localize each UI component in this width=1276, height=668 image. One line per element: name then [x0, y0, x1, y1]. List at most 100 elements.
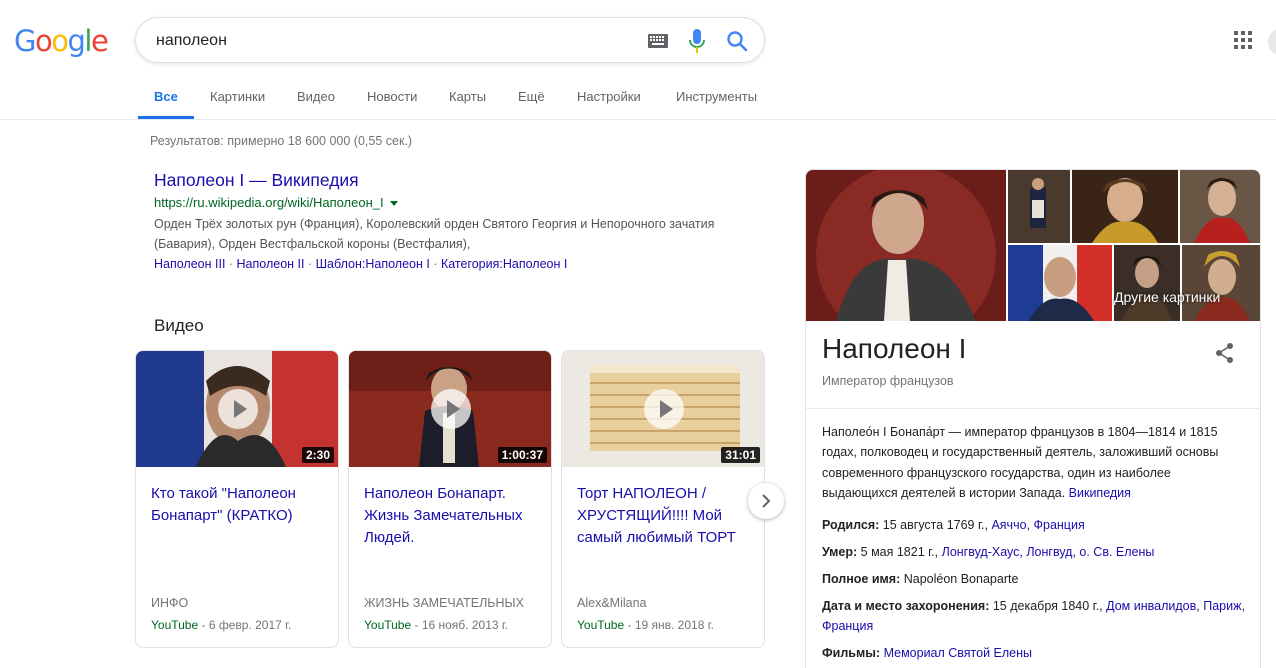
video-title[interactable]: Торт НАПОЛЕОН / ХРУСТЯЩИЙ!!!! Мой самый … [577, 483, 757, 549]
video-duration: 31:01 [721, 447, 760, 463]
logo-letter: o [34, 24, 53, 58]
kp-thumb-image[interactable] [1182, 245, 1260, 321]
fact-burial: Дата и место захоронения: 15 декабря 184… [822, 596, 1246, 636]
video-source-site: YouTube [577, 618, 625, 632]
video-title[interactable]: Кто такой "Наполеон Бонапарт" (КРАТКО) [151, 483, 331, 527]
kp-thumb-image[interactable] [1072, 170, 1178, 243]
active-tab-indicator [138, 116, 194, 119]
description-source-link[interactable]: Википедия [1069, 486, 1131, 500]
fact-separator: , [1241, 599, 1245, 613]
mic-icon[interactable] [689, 29, 705, 53]
video-source-site: YouTube [151, 618, 199, 632]
fact-link[interactable]: Лонгвуд-Хаус, Лонгвуд, о. Св. Елены [942, 545, 1155, 559]
sitelink-separator: · [225, 257, 237, 271]
knowledge-panel: Другие картинки Наполеон I Император фра… [805, 169, 1261, 668]
logo-letter: e [90, 24, 109, 58]
fact-label: Фильмы: [822, 646, 881, 660]
video-duration: 1:00:37 [497, 447, 547, 463]
avatar[interactable] [1268, 28, 1276, 56]
fact-link[interactable]: Франция [822, 619, 873, 633]
fact-link[interactable]: Аяччо [991, 518, 1026, 532]
video-thumbnail[interactable]: 31:01 [562, 351, 764, 467]
fact-value: 15 августа 1769 г., [882, 518, 988, 532]
kp-thumb-image[interactable] [1008, 245, 1112, 321]
google-logo[interactable]: Google [14, 24, 109, 58]
result-title-link[interactable]: Наполеон I — Википедия [154, 170, 754, 190]
sitelink[interactable]: Категория:Наполеон I [441, 257, 567, 271]
video-thumbnail[interactable]: 1:00:37 [349, 351, 551, 467]
description-text: Наполео́н I Бонапа́рт — император францу… [822, 425, 1219, 500]
apps-grid-icon[interactable] [1234, 31, 1252, 49]
fact-link[interactable]: Мемориал Святой Елены [884, 646, 1032, 660]
fact-full-name: Полное имя: Napoléon Bonaparte [822, 569, 1246, 589]
kp-main-image[interactable] [806, 170, 1006, 321]
fact-label: Родился: [822, 518, 880, 532]
tab-news[interactable]: Новости [367, 89, 417, 104]
play-icon[interactable] [431, 389, 471, 429]
fact-label: Умер: [822, 545, 858, 559]
sitelink-separator: · [304, 257, 316, 271]
share-icon[interactable] [1214, 342, 1236, 364]
kp-thumb-image[interactable] [1114, 245, 1180, 321]
video-card[interactable]: 2:30 Кто такой "Наполеон Бонапарт" (КРАТ… [135, 350, 339, 648]
logo-letter: g [67, 24, 85, 58]
search-result: Наполеон I — Википедия https://ru.wikipe… [154, 170, 754, 273]
video-channel: Alex&Milana [577, 596, 647, 610]
video-channel: ЖИЗНЬ ЗАМЕЧАТЕЛЬНЫХ [364, 596, 524, 610]
tab-tools[interactable]: Инструменты [676, 89, 757, 104]
video-source: YouTube - 6 февр. 2017 г. [151, 618, 291, 632]
fact-link[interactable]: Франция [1034, 518, 1085, 532]
result-url: https://ru.wikipedia.org/wiki/Наполеон_I [154, 195, 754, 211]
fact-value: 5 мая 1821 г., [860, 545, 939, 559]
video-channel: ИНФО [151, 596, 189, 610]
divider [806, 408, 1260, 409]
entity-title: Наполеон I [822, 333, 967, 364]
play-icon[interactable] [644, 389, 684, 429]
video-title[interactable]: Наполеон Бонапарт. Жизнь Замечательных Л… [364, 483, 544, 549]
knowledge-panel-images[interactable]: Другие картинки [806, 170, 1260, 321]
tab-maps[interactable]: Карты [449, 89, 486, 104]
tab-images[interactable]: Картинки [210, 89, 265, 104]
kp-thumb-image[interactable] [1180, 170, 1260, 243]
search-input[interactable] [156, 30, 636, 52]
entity-facts: Родился: 15 августа 1769 г., Аяччо, Фран… [822, 515, 1246, 668]
tab-more[interactable]: Ещё [518, 89, 545, 104]
carousel-next-button[interactable] [748, 483, 784, 519]
fact-born: Родился: 15 августа 1769 г., Аяччо, Фран… [822, 515, 1246, 535]
keyboard-icon[interactable] [648, 34, 668, 48]
sitelink[interactable]: Наполеон III [154, 257, 225, 271]
search-box [135, 17, 765, 63]
fact-label: Полное имя: [822, 572, 901, 586]
search-icon[interactable] [726, 30, 748, 52]
fact-link[interactable]: Дом инвалидов [1106, 599, 1196, 613]
video-card[interactable]: 1:00:37 Наполеон Бонапарт. Жизнь Замечат… [348, 350, 552, 648]
result-url-text: https://ru.wikipedia.org/wiki/Наполеон_I [154, 195, 384, 210]
video-duration: 2:30 [301, 447, 334, 463]
video-thumbnail[interactable]: 2:30 [136, 351, 338, 467]
tab-settings[interactable]: Настройки [577, 89, 641, 104]
play-icon[interactable] [218, 389, 258, 429]
sitelink[interactable]: Наполеон II [237, 257, 305, 271]
kp-thumb-image[interactable] [1008, 170, 1070, 243]
result-sitelinks: Наполеон III · Наполеон II · Шаблон:Напо… [154, 255, 754, 273]
sitelink-separator: · [429, 257, 441, 271]
fact-label: Дата и место захоронения: [822, 599, 990, 613]
fact-died: Умер: 5 мая 1821 г., Лонгвуд-Хаус, Лонгв… [822, 542, 1246, 562]
logo-letter: o [51, 24, 69, 58]
video-source-site: YouTube [364, 618, 412, 632]
tab-all[interactable]: Все [154, 89, 178, 104]
entity-subtitle: Император французов [822, 374, 954, 388]
video-date: - 6 февр. 2017 г. [198, 618, 292, 632]
more-images-link[interactable]: Другие картинки [1114, 289, 1220, 305]
fact-separator: , [1026, 518, 1034, 532]
search-tabs: Все Картинки Видео Новости Карты Ещё Нас… [0, 84, 1276, 120]
result-snippet: Орден Трёх золотых рун (Франция), Короле… [154, 217, 715, 251]
sitelink[interactable]: Шаблон:Наполеон I [316, 257, 430, 271]
chevron-right-icon [762, 494, 771, 508]
video-card[interactable]: 31:01 Торт НАПОЛЕОН / ХРУСТЯЩИЙ!!!! Мой … [561, 350, 765, 648]
fact-films: Фильмы: Мемориал Святой Елены [822, 643, 1246, 663]
result-stats: Результатов: примерно 18 600 000 (0,55 с… [150, 134, 413, 148]
caret-down-icon[interactable] [389, 201, 398, 207]
fact-link[interactable]: Париж [1203, 599, 1241, 613]
tab-videos[interactable]: Видео [297, 89, 335, 104]
